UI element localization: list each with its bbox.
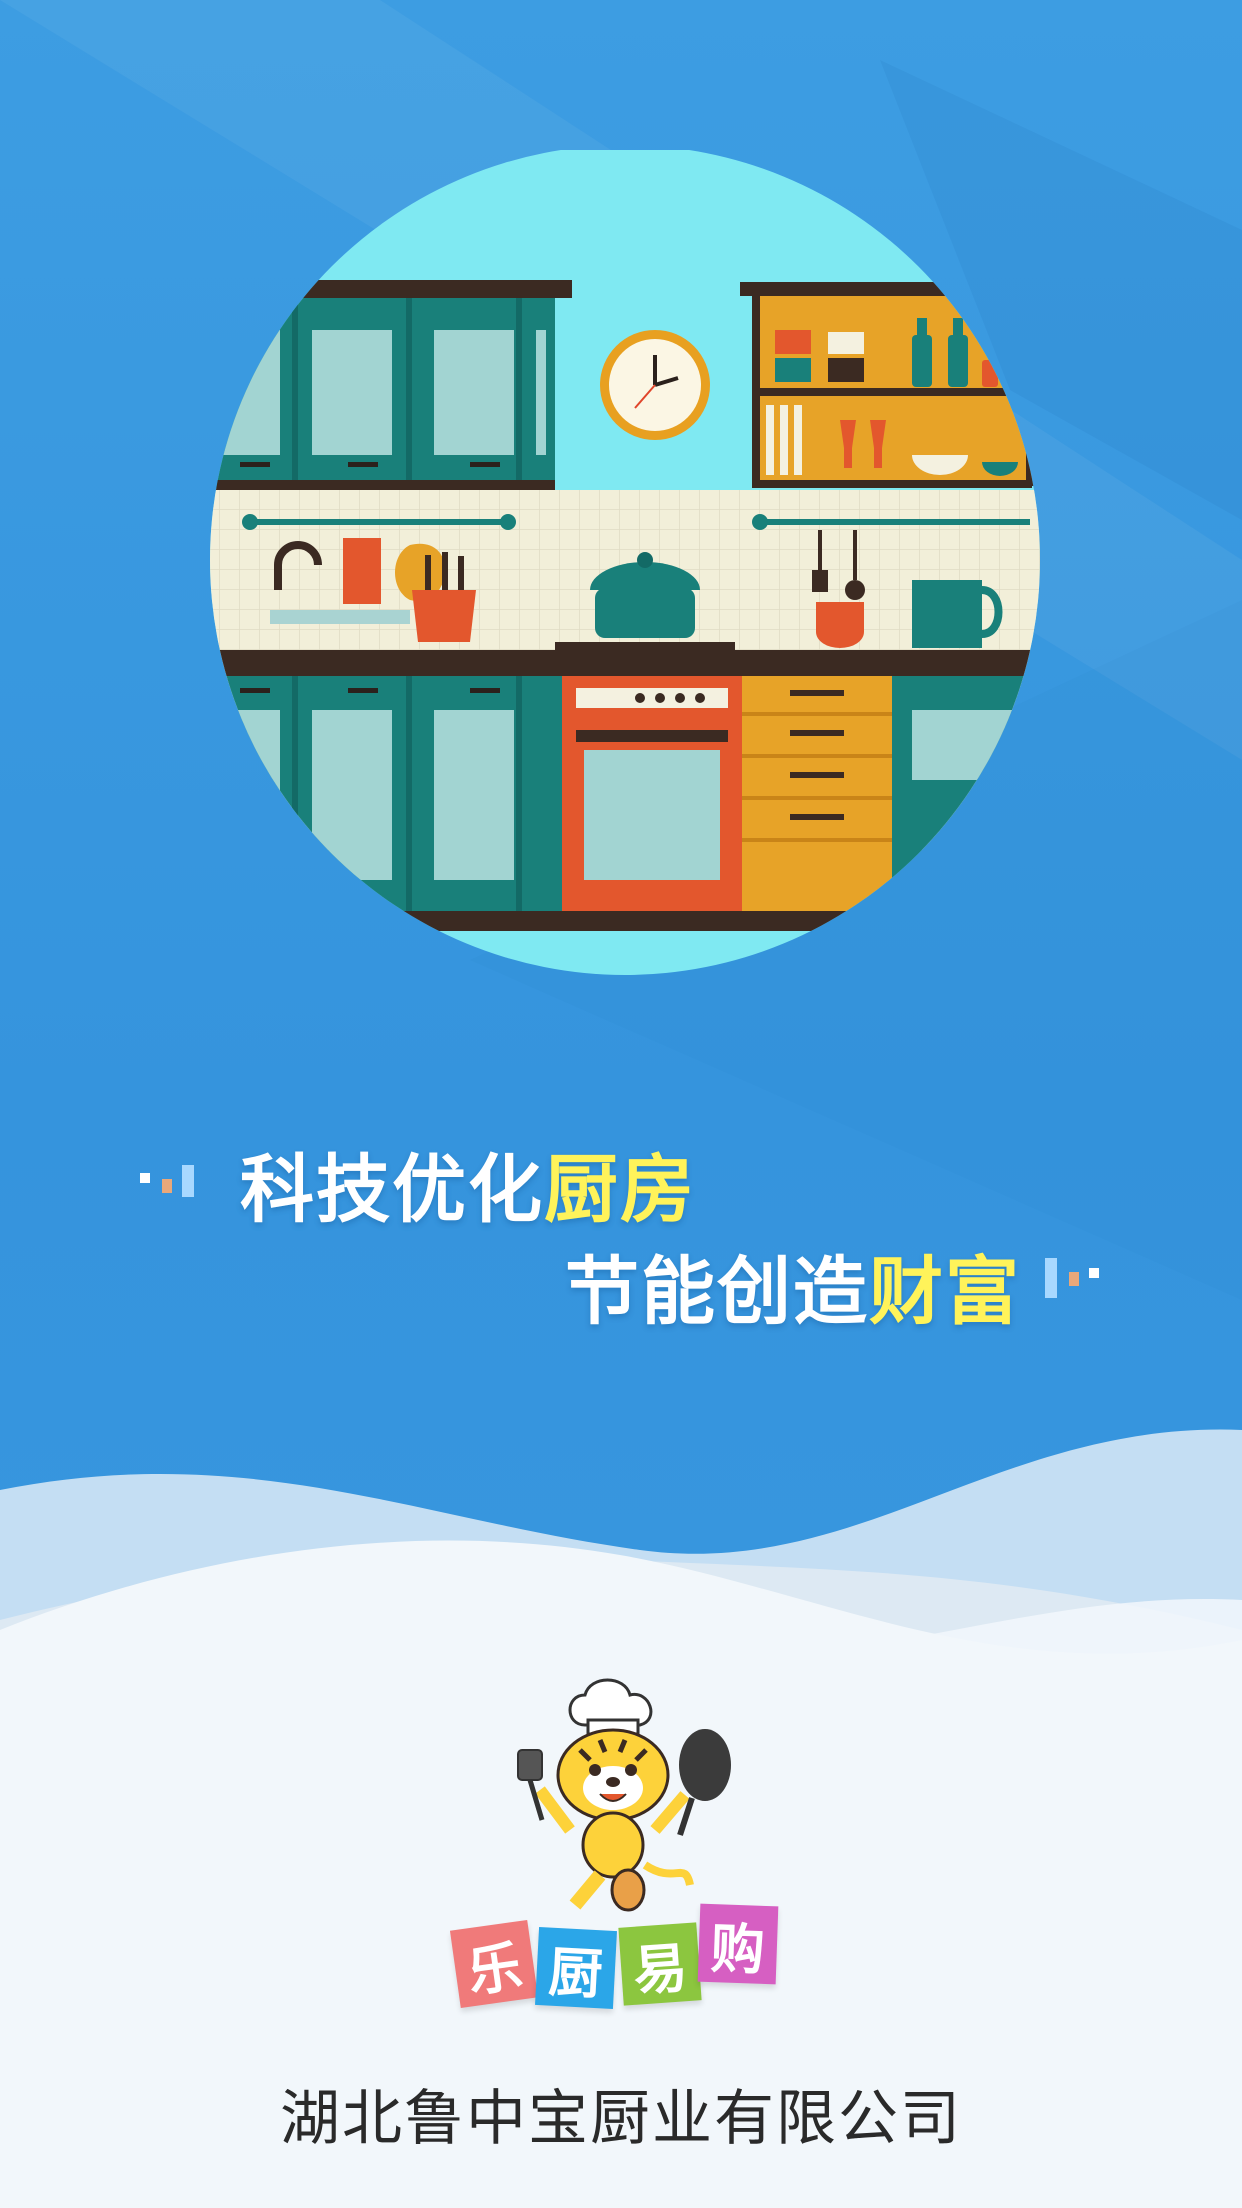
splash-screen: 科技优化厨房 节能创造财富 乐 厨 易 购 湖北鲁中宝厨业有限公司 [0,0,1242,2208]
kitchen-illustration-icon [210,150,1040,975]
slogan-line-2: 节能创造财富 [565,1232,1021,1339]
company-name: 湖北鲁中宝厨业有限公司 [280,2084,962,2154]
slogan-line-1-highlight: 厨房 [544,1147,696,1233]
brand-logo: 乐 厨 易 购 [449,1903,785,2020]
brand-tile-2: 厨 [535,1927,617,2009]
brand-tile-3: 易 [618,1922,702,2006]
slogan-line-1-text: 科技优化 [240,1147,544,1233]
brand-tile-1: 乐 [449,1919,539,2009]
slogan-line-2-highlight: 财富 [869,1249,1021,1335]
brand-tile-4: 购 [697,1903,779,1985]
slogan-line-1: 科技优化厨房 [240,1130,696,1237]
slogan-line-2-text: 节能创造 [565,1249,869,1335]
tiger-chef-mascot-icon [517,1678,731,1912]
